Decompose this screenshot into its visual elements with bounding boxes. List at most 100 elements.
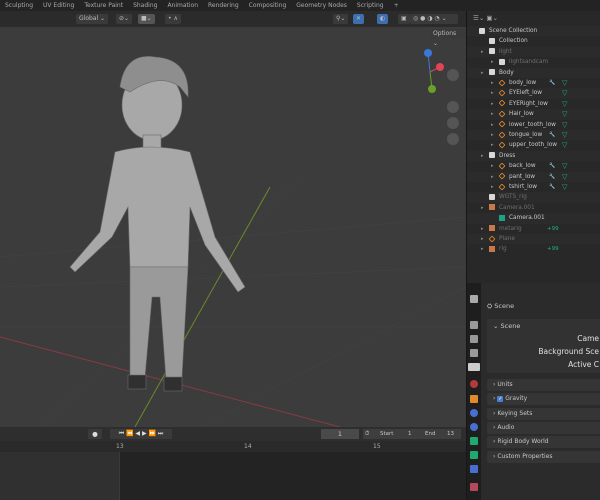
outliner-row[interactable]: Scene Collection [467, 26, 600, 37]
display-mode-dropdown[interactable]: ☰⌄ ▣⌄ [473, 14, 498, 22]
outliner[interactable]: ☰⌄ ▣⌄ Scene Collection Collection ▸ light ▸ l… [466, 11, 600, 283]
constraints-tab-icon[interactable] [470, 451, 478, 459]
mesh-data-icon[interactable]: ▽ [562, 172, 567, 182]
expand-toggle[interactable]: ▸ [491, 57, 499, 67]
workspace-tab[interactable]: Geometry Nodes [296, 2, 347, 9]
frame-ruler[interactable]: 13 14 15 [0, 441, 466, 452]
record-button[interactable]: ● [88, 429, 102, 439]
object-tab-icon[interactable] [470, 395, 478, 403]
expand-toggle[interactable]: ▸ [491, 120, 499, 130]
scene-panel-header[interactable]: ⌄ Scene [487, 319, 600, 333]
expand-toggle[interactable]: ▸ [481, 47, 489, 57]
active-clip-field[interactable]: Active C [568, 360, 599, 369]
panel-units[interactable]: › Units [487, 379, 600, 391]
expand-toggle[interactable]: ▸ [481, 224, 489, 234]
expand-toggle[interactable]: ▸ [481, 203, 489, 213]
workspace-tab[interactable]: Sculpting [5, 2, 33, 9]
outliner-row[interactable]: ▸ light [467, 46, 600, 58]
expand-toggle[interactable]: ▸ [481, 151, 489, 161]
workspace-tab[interactable]: UV Editing [43, 2, 74, 9]
overlay-toggle[interactable]: ◐ [377, 14, 389, 24]
3d-viewport[interactable]: Options ⌄ [0, 27, 466, 427]
outliner-row[interactable]: ▸ pant_low ▽ 🔧 [467, 171, 600, 182]
expand-toggle[interactable]: ▸ [491, 161, 499, 171]
outliner-row[interactable]: ▸ lightsandcam [467, 57, 600, 67]
outliner-row[interactable]: ▸ tshirt_low ▽ 🔧 [467, 182, 600, 192]
workspace-tab[interactable]: + [394, 2, 399, 9]
outliner-row[interactable]: ▸ Dress [467, 150, 600, 162]
workspace-tab[interactable]: Animation [167, 2, 198, 9]
view-object-types[interactable]: ⚲⌄ [333, 14, 349, 24]
mesh-data-icon[interactable]: ▽ [562, 78, 567, 88]
xray-toggle[interactable]: ▣ [398, 14, 410, 24]
outliner-row[interactable]: ▸ lower_tooth_low ▽ [467, 120, 600, 130]
output-tab-icon[interactable] [470, 335, 478, 343]
outliner-row[interactable]: ▸ Camera.001 [467, 203, 600, 213]
stopwatch-icon[interactable]: ⏱ [365, 429, 369, 439]
orientation-dropdown[interactable]: Global ⌄ [76, 14, 109, 24]
expand-toggle[interactable]: ▸ [491, 140, 499, 150]
outliner-row[interactable]: ▸ Plane [467, 234, 600, 245]
panel-audio[interactable]: › Audio [487, 421, 600, 434]
panel-rigid-body-world[interactable]: › Rigid Body World [487, 436, 600, 449]
shading-modes[interactable]: ◎ ● ◑ ◔ ⌄ [410, 14, 458, 24]
mesh-data-icon[interactable]: ▽ [562, 99, 567, 109]
mesh-data-icon[interactable]: ▽ [562, 109, 567, 119]
keyframe-area[interactable] [119, 452, 466, 500]
data-tab-icon[interactable] [470, 465, 478, 473]
background-scene-field[interactable]: Background Sce [538, 347, 599, 356]
modifier-icon[interactable]: 🔧 [549, 78, 555, 88]
outliner-row[interactable]: ▸ rig +99 [467, 244, 600, 254]
timeline[interactable]: ● ⏮ ⏪ ◀ ▶ ⏩ ⏭ 1 ⏱ Start 1 End 13 13 14 1… [0, 427, 466, 500]
particles-tab-icon[interactable] [470, 423, 478, 431]
panel-keying-sets[interactable]: › Keying Sets [487, 407, 600, 420]
mesh-data-icon[interactable]: ▽ [562, 140, 567, 150]
view-layer-tab-icon[interactable] [470, 349, 478, 357]
tool-tab-icon[interactable] [470, 295, 478, 303]
expand-toggle[interactable]: ▸ [491, 130, 499, 140]
outliner-row[interactable]: ▸ body_low ▽ 🔧 [467, 78, 600, 88]
outliner-row[interactable]: ▸ metarig +99 [467, 224, 600, 234]
modifier-icon[interactable]: 🔧 [549, 172, 555, 182]
mesh-data-icon[interactable]: ▽ [562, 130, 567, 140]
panel-custom-properties[interactable]: › Custom Properties [487, 450, 600, 463]
modifier-icon[interactable]: 🔧 [549, 161, 555, 171]
mesh-data-icon[interactable]: ▽ [562, 88, 567, 98]
start-field[interactable]: 1 [408, 429, 412, 439]
workspace-tab[interactable]: Shading [133, 2, 157, 9]
world-tab-icon[interactable] [470, 380, 478, 388]
outliner-row[interactable]: ▸ upper_tooth_low ▽ [467, 140, 600, 150]
mesh-data-icon[interactable]: ▽ [562, 182, 567, 192]
current-frame-field[interactable]: 1 [321, 429, 359, 439]
outliner-row[interactable]: ▸ EYEleft_low ▽ [467, 88, 600, 99]
playback-controls[interactable]: ⏮ ⏪ ◀ ▶ ⏩ ⏭ [110, 429, 172, 439]
texture-tab-icon[interactable] [470, 483, 478, 491]
expand-toggle[interactable]: ▸ [491, 78, 499, 88]
outliner-row[interactable]: ▸ Body [467, 67, 600, 78]
outliner-row[interactable]: WGTS_rig [467, 192, 600, 203]
expand-toggle[interactable]: ▸ [481, 244, 489, 254]
outliner-row[interactable]: Collection [467, 36, 600, 46]
render-tab-icon[interactable] [470, 321, 478, 329]
outliner-row[interactable]: ▸ Hair_low ▽ [467, 109, 600, 120]
expand-toggle[interactable]: ▸ [491, 172, 499, 182]
modifier-icon[interactable]: 🔧 [549, 130, 555, 140]
workspace-tab[interactable]: Texture Paint [84, 2, 123, 9]
expand-toggle[interactable]: ▸ [491, 109, 499, 119]
workspace-tab[interactable]: Rendering [208, 2, 239, 9]
mesh-data-icon[interactable]: ▽ [562, 120, 567, 130]
snap-toggle[interactable]: ■⌄ [138, 14, 155, 24]
mesh-data-icon[interactable]: ▽ [562, 161, 567, 171]
expand-toggle[interactable]: ▸ [481, 68, 489, 78]
expand-toggle[interactable]: ▸ [491, 182, 499, 192]
physics-tab-icon[interactable] [470, 437, 478, 445]
expand-toggle[interactable]: ▸ [481, 234, 489, 244]
pivot-dropdown[interactable]: ⊘⌄ [116, 14, 133, 24]
outliner-row[interactable]: ▸ tongue_low ▽ 🔧 [467, 130, 600, 141]
panel-gravity[interactable]: › ✓ Gravity [487, 393, 600, 406]
expand-toggle[interactable]: ▸ [491, 88, 499, 98]
scene-tab-icon[interactable] [468, 363, 480, 371]
outliner-row[interactable]: Camera.001 [467, 213, 600, 224]
outliner-row[interactable]: ▸ EYERight_low ▽ [467, 99, 600, 109]
modifier-tab-icon[interactable] [470, 409, 478, 417]
